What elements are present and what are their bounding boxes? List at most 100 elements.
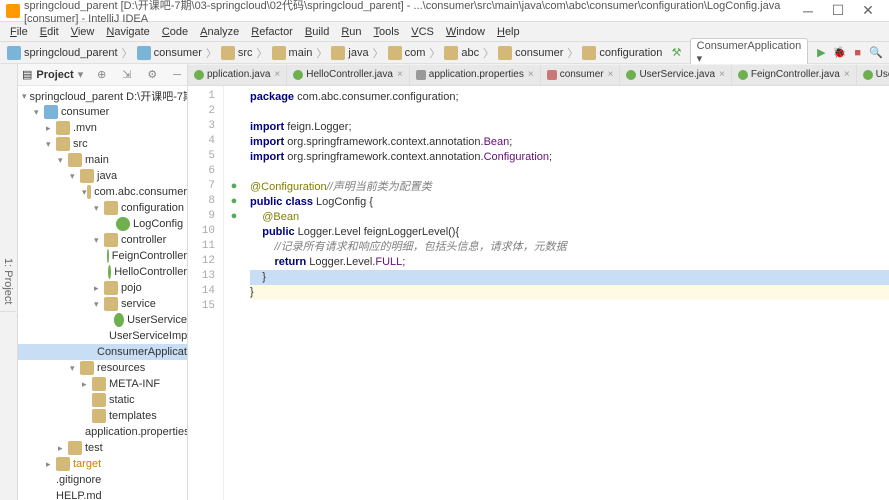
editor-area: pplication.java×HelloController.java×app… (188, 64, 889, 500)
menu-window[interactable]: Window (440, 24, 491, 40)
breadcrumb-item[interactable]: java (328, 46, 371, 60)
project-hide-icon[interactable]: ─ (171, 69, 183, 81)
nav-breadcrumb-bar: springcloud_parent〉consumer〉src〉main〉jav… (0, 42, 889, 64)
editor-tab[interactable]: UserServiceImpl.java× (857, 65, 889, 85)
menu-code[interactable]: Code (156, 24, 194, 40)
menu-view[interactable]: View (65, 24, 101, 40)
tree-node[interactable]: UserServiceImpl (18, 328, 187, 344)
menu-edit[interactable]: Edit (34, 24, 65, 40)
breadcrumb-item[interactable]: consumer (495, 46, 566, 60)
project-pane-header: ▤ Project ▾ ⊕ ⇲ ⚙ ─ (18, 64, 187, 86)
project-dropdown-icon[interactable]: ▾ (78, 68, 84, 81)
tree-node[interactable]: ▾service (18, 296, 187, 312)
code-line[interactable] (250, 165, 889, 180)
tree-node[interactable]: ▾resources (18, 360, 187, 376)
tree-node[interactable]: ▾src (18, 136, 187, 152)
project-pane: ▤ Project ▾ ⊕ ⇲ ⚙ ─ ▾springcloud_parent … (18, 64, 188, 500)
menu-run[interactable]: Run (335, 24, 367, 40)
editor-tab[interactable]: pplication.java× (188, 65, 287, 85)
menu-refactor[interactable]: Refactor (245, 24, 299, 40)
tab-close-icon[interactable]: × (528, 69, 534, 80)
menu-tools[interactable]: Tools (368, 24, 406, 40)
tree-node[interactable]: application.properties (18, 424, 187, 440)
code-line[interactable]: public class LogConfig { (250, 195, 889, 210)
code-line[interactable] (250, 300, 889, 315)
tree-node[interactable]: ▸META-INF (18, 376, 187, 392)
close-button[interactable]: ✕ (853, 2, 883, 19)
run-config-selector[interactable]: ConsumerApplication ▾ (690, 38, 809, 67)
titlebar: springcloud_parent [D:\开课吧-7期\03-springc… (0, 0, 889, 22)
breadcrumb-item[interactable]: src (218, 46, 256, 60)
code-line[interactable]: @Configuration//声明当前类为配置类 (250, 180, 889, 195)
tree-node[interactable]: templates (18, 408, 187, 424)
code-line[interactable]: package com.abc.consumer.configuration; (250, 90, 889, 105)
tree-node[interactable]: ▾main (18, 152, 187, 168)
menu-vcs[interactable]: VCS (405, 24, 440, 40)
run-icon[interactable]: ▶ (814, 45, 828, 61)
maximize-button[interactable]: ☐ (823, 2, 853, 19)
breadcrumb-item[interactable]: com (385, 46, 429, 60)
debug-icon[interactable]: 🐞 (832, 45, 846, 61)
tree-node[interactable]: ▾com.abc.consumer (18, 184, 187, 200)
project-collapse-icon[interactable]: ⇲ (120, 68, 133, 81)
tree-node[interactable]: ▸pojo (18, 280, 187, 296)
menu-analyze[interactable]: Analyze (194, 24, 245, 40)
breadcrumb-item[interactable]: configuration (579, 46, 665, 60)
tree-node[interactable]: ConsumerApplication (18, 344, 187, 360)
code-line[interactable]: import org.springframework.context.annot… (250, 135, 889, 150)
tree-node[interactable]: ▸target (18, 456, 187, 472)
editor-tab[interactable]: FeignController.java× (732, 65, 857, 85)
code-line[interactable] (250, 105, 889, 120)
tree-node[interactable]: ▾java (18, 168, 187, 184)
tab-close-icon[interactable]: × (719, 69, 725, 80)
tree-node[interactable]: ▾controller (18, 232, 187, 248)
project-tree[interactable]: ▾springcloud_parent D:\开课吧-7期\03-spring▾… (18, 86, 187, 500)
code-line[interactable]: import feign.Logger; (250, 120, 889, 135)
breadcrumb-item[interactable]: springcloud_parent (4, 46, 121, 60)
tree-node[interactable]: ▸.mvn (18, 120, 187, 136)
stop-icon[interactable]: ■ (851, 45, 865, 61)
tree-node[interactable]: ▸test (18, 440, 187, 456)
tree-node[interactable]: static (18, 392, 187, 408)
tab-close-icon[interactable]: × (608, 69, 614, 80)
tree-node[interactable]: FeignController (18, 248, 187, 264)
code-line[interactable]: public Logger.Level feignLoggerLevel(){ (250, 225, 889, 240)
menu-build[interactable]: Build (299, 24, 335, 40)
project-gear-icon[interactable]: ⚙ (145, 68, 159, 81)
tree-node[interactable]: ▾configuration (18, 200, 187, 216)
code-line[interactable]: return Logger.Level.FULL; (250, 255, 889, 270)
minimize-button[interactable]: ─ (793, 3, 823, 19)
project-settings-icon[interactable]: ⊕ (95, 68, 108, 81)
search-icon[interactable]: 🔍 (869, 45, 883, 61)
editor-tab[interactable]: application.properties× (410, 65, 541, 85)
code-line[interactable]: @Bean (250, 210, 889, 225)
breadcrumb-item[interactable]: abc (441, 46, 482, 60)
editor-tab[interactable]: UserService.java× (620, 65, 731, 85)
left-tool-tab[interactable]: 1: Project (0, 252, 16, 311)
tab-close-icon[interactable]: × (844, 69, 850, 80)
code-line[interactable]: import org.springframework.context.annot… (250, 150, 889, 165)
build-icon[interactable]: ⚒ (669, 45, 683, 61)
tab-close-icon[interactable]: × (274, 69, 280, 80)
code-line[interactable]: //记录所有请求和响应的明细，包括头信息，请求体，元数据 (250, 240, 889, 255)
tree-node[interactable]: UserService (18, 312, 187, 328)
code-line[interactable]: } (250, 270, 889, 285)
tab-close-icon[interactable]: × (397, 69, 403, 80)
tree-node[interactable]: .gitignore (18, 472, 187, 488)
window-title: springcloud_parent [D:\开课吧-7期\03-springc… (24, 0, 793, 25)
code-line[interactable]: } (250, 285, 889, 300)
tree-node[interactable]: HelloController (18, 264, 187, 280)
editor-tab[interactable]: HelloController.java× (287, 65, 410, 85)
project-view-icon[interactable]: ▤ (22, 68, 32, 81)
tree-node[interactable]: ▾consumer (18, 104, 187, 120)
editor-tab[interactable]: consumer× (541, 65, 621, 85)
tree-node[interactable]: ▾springcloud_parent D:\开课吧-7期\03-spring (18, 88, 187, 104)
tree-node[interactable]: LogConfig (18, 216, 187, 232)
code-editor[interactable]: ✔ 记录所有请求和响应的明细，包括…-------记录所有请求和响应的明细… p… (244, 86, 889, 500)
tree-node[interactable]: HELP.md (18, 488, 187, 500)
menu-navigate[interactable]: Navigate (100, 24, 155, 40)
breadcrumb-item[interactable]: main (269, 46, 316, 60)
breadcrumb-item[interactable]: consumer (134, 46, 205, 60)
menu-file[interactable]: File (4, 24, 34, 40)
menu-help[interactable]: Help (491, 24, 526, 40)
